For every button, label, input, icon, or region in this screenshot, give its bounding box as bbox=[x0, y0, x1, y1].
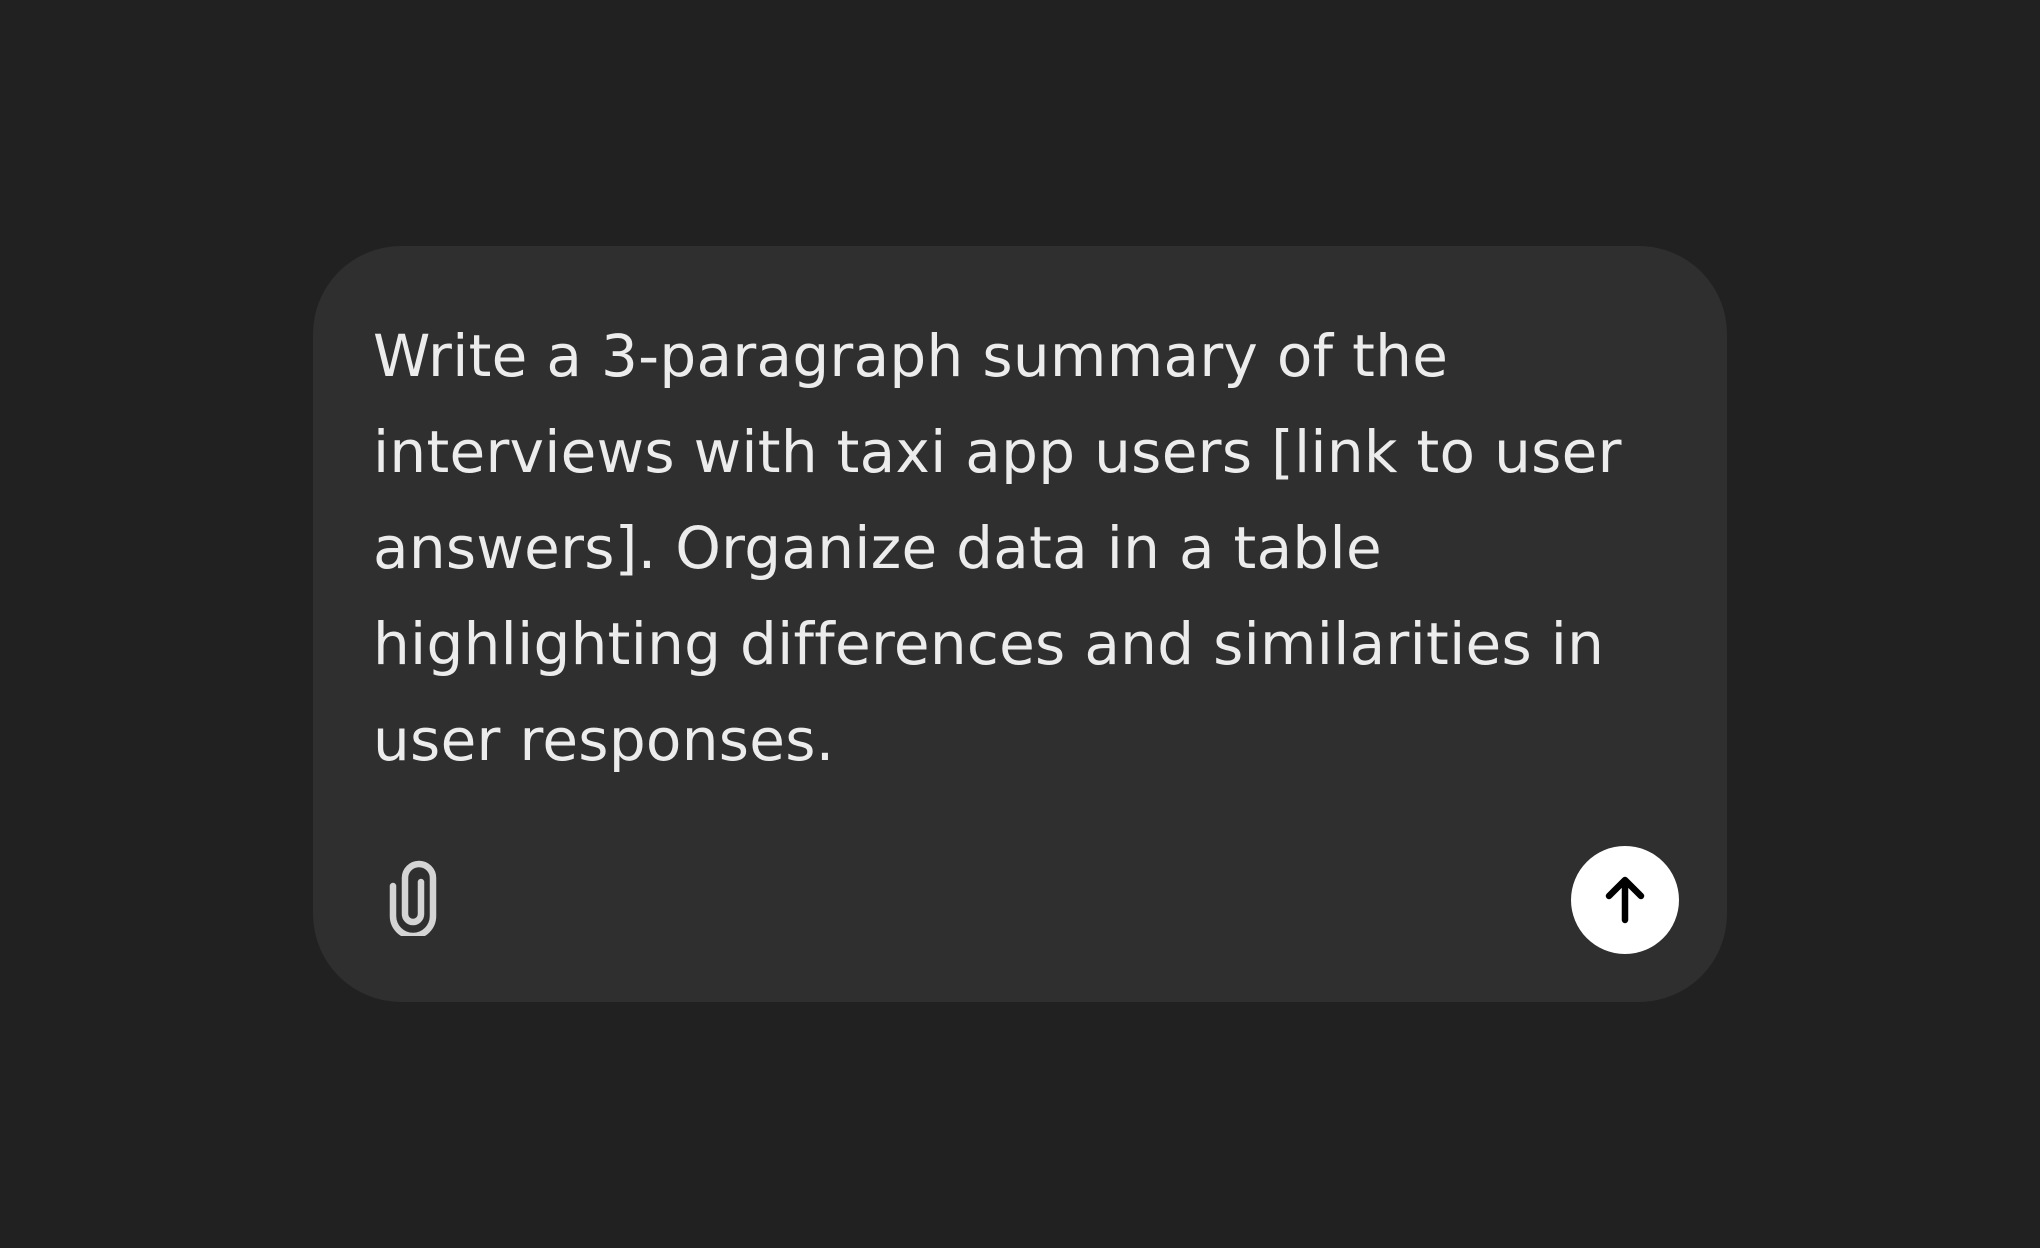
prompt-input[interactable]: Write a 3-paragraph summary of the inter… bbox=[373, 308, 1623, 788]
page: Write a 3-paragraph summary of the inter… bbox=[0, 0, 2040, 1248]
arrow-up-icon bbox=[1605, 876, 1645, 924]
attach-file-button[interactable] bbox=[373, 858, 453, 938]
send-button[interactable] bbox=[1571, 846, 1679, 954]
paperclip-icon bbox=[389, 860, 437, 936]
prompt-composer: Write a 3-paragraph summary of the inter… bbox=[313, 246, 1727, 1002]
